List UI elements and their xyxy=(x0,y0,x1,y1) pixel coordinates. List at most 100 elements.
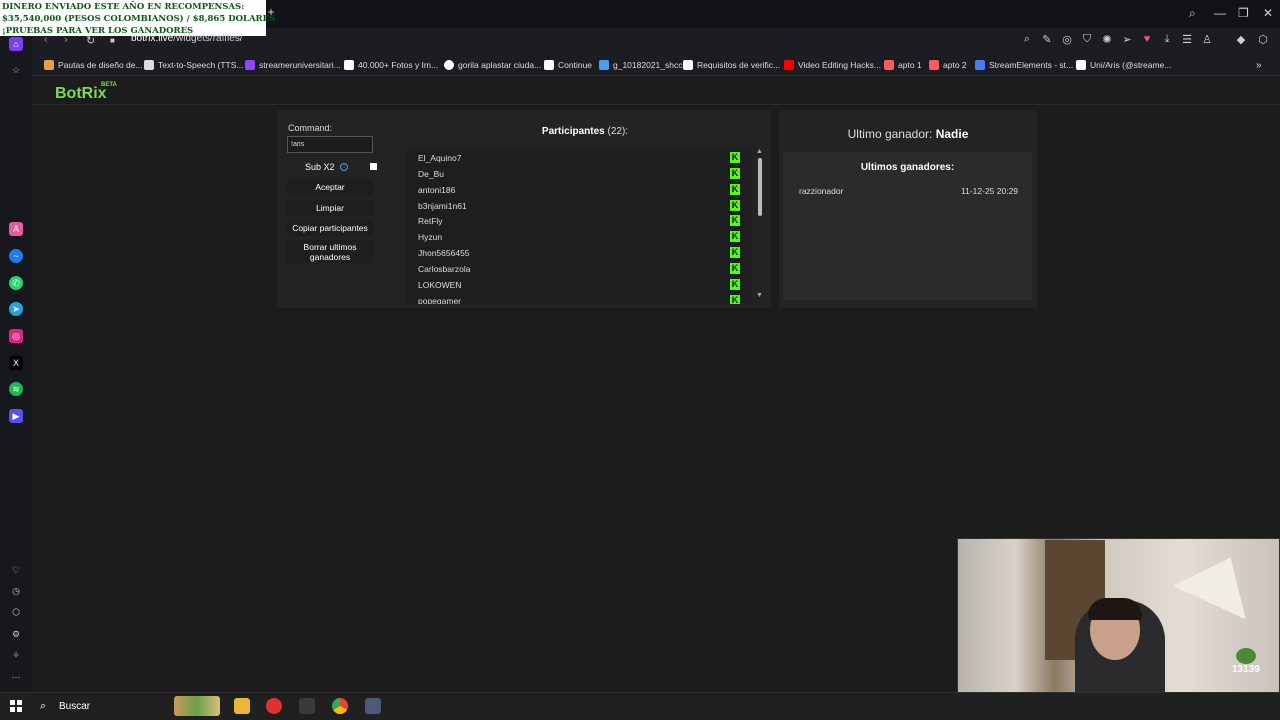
kick-icon: K xyxy=(730,215,740,226)
instagram-icon[interactable]: ◎ xyxy=(9,329,23,343)
restore-icon[interactable]: ❐ xyxy=(1238,6,1249,20)
back-icon[interactable]: ‹ xyxy=(44,34,48,46)
taskbar-search-icon[interactable]: ⌕ xyxy=(40,700,46,713)
opera-icon[interactable] xyxy=(266,698,282,714)
cube-icon[interactable]: ⬡ xyxy=(9,605,23,619)
shield-icon[interactable]: ⛉ xyxy=(1080,33,1094,46)
header-divider xyxy=(32,104,1280,105)
bookmark-item[interactable]: 40.000+ Fotos y Im... xyxy=(344,58,438,72)
bookmark-item[interactable]: Requisitos de verific... xyxy=(683,58,780,72)
banner-line-2: $35,540,000 (PESOS COLOMBIANOS) / $8,865… xyxy=(2,14,276,24)
bookmark-item[interactable]: StreamElements - st... xyxy=(975,58,1073,72)
scroll-up-icon[interactable]: ▲ xyxy=(756,148,763,155)
taskbar-search[interactable]: Buscar xyxy=(59,701,90,712)
bookmark-favicon-icon xyxy=(929,60,939,70)
bookmark-item[interactable]: streameruniversitari... xyxy=(245,58,341,72)
participants-list[interactable]: El_Aquino7 K De_Bu K antoni186 K b3njami… xyxy=(407,148,752,304)
app-window-icon[interactable] xyxy=(365,698,381,714)
bookmark-favicon-icon xyxy=(975,60,985,70)
chrome-icon[interactable] xyxy=(332,698,348,714)
bookmark-favicon-icon xyxy=(144,60,154,70)
bookmark-favicon-icon xyxy=(544,60,554,70)
clear-button[interactable]: Limpiar xyxy=(287,200,373,216)
bookmark-label: gorila aplastar ciuda... xyxy=(458,60,542,70)
bookmark-item[interactable]: Continue xyxy=(544,58,592,72)
botrix-logo[interactable]: BotRix xyxy=(55,85,107,103)
messenger-icon[interactable]: ~ xyxy=(9,249,23,263)
edit-icon[interactable]: ✎ xyxy=(1040,33,1054,46)
close-icon[interactable]: ✕ xyxy=(1263,6,1273,20)
more-icon[interactable]: ··· xyxy=(9,670,23,684)
history-icon[interactable]: ◷ xyxy=(9,584,23,598)
x-twitter-icon[interactable]: X xyxy=(9,356,23,370)
kick-icon: K xyxy=(730,184,740,195)
forward-icon[interactable]: › xyxy=(64,34,68,46)
last-winner-value: Nadie xyxy=(935,127,969,141)
reload-icon[interactable]: ↻ xyxy=(86,34,95,47)
url-path: /widgets/raffles/ xyxy=(173,33,243,44)
profile-icon[interactable]: ♙ xyxy=(1200,33,1214,46)
file-explorer-icon[interactable] xyxy=(234,698,250,714)
lightbulb-icon[interactable]: ✧ xyxy=(9,648,23,662)
telegram-icon[interactable]: ➤ xyxy=(9,302,23,316)
bookmark-item[interactable]: apto 1 xyxy=(884,58,922,72)
new-tab-plus-icon[interactable]: + xyxy=(265,6,277,18)
info-icon[interactable]: i xyxy=(340,163,348,171)
download-icon[interactable]: ⤓ xyxy=(1160,33,1174,46)
scroll-down-icon[interactable]: ▼ xyxy=(756,292,763,299)
bookmark-item[interactable]: Pautas de diseño de... xyxy=(44,58,143,72)
settings-icon[interactable]: ⬡ xyxy=(1256,33,1270,46)
participant-name: RetFly xyxy=(418,216,443,226)
bookmark-item[interactable]: apto 2 xyxy=(929,58,967,72)
sub-x2-checkbox[interactable] xyxy=(370,163,377,170)
taskbar-widget-icon[interactable] xyxy=(174,696,220,716)
webcam-hair xyxy=(1088,598,1142,620)
last-winner: Ultimo ganador: Nadie xyxy=(779,127,1037,141)
kick-icon: K xyxy=(730,279,740,290)
send-icon[interactable]: ➢ xyxy=(1120,33,1134,46)
bookmark-label: Text-to-Speech (TTS... xyxy=(158,60,244,70)
participant-name: El_Aquino7 xyxy=(418,153,462,163)
bookmark-label: Requisitos de verific... xyxy=(697,60,781,70)
bookmarks-overflow-icon[interactable]: » xyxy=(1256,58,1262,72)
search-tabs-icon[interactable]: ⌕ xyxy=(1189,6,1196,21)
kick-icon: K xyxy=(730,247,740,258)
beta-badge: BETA xyxy=(101,82,117,88)
participants-count: (22): xyxy=(607,126,629,137)
copy-participants-button[interactable]: Copiar participantes xyxy=(287,220,373,236)
gear-icon[interactable]: ⚙ xyxy=(9,627,23,641)
bookmark-item[interactable]: gorila aplastar ciuda... xyxy=(444,58,541,72)
kick-icon: K xyxy=(730,168,740,179)
extension-icon[interactable]: ◆ xyxy=(1234,33,1248,46)
player-icon[interactable]: ▶ xyxy=(9,409,23,423)
command-input[interactable] xyxy=(287,136,373,153)
list-scrollbar[interactable] xyxy=(758,158,762,216)
vpn-icon[interactable]: ✺ xyxy=(1100,33,1114,46)
search-icon[interactable]: ⌕ xyxy=(1020,33,1034,46)
bookmark-favicon-icon xyxy=(884,60,894,70)
minimize-icon[interactable]: — xyxy=(1214,6,1226,20)
delete-winners-button[interactable]: Borrar ultimos ganadores xyxy=(287,240,373,263)
menu-icon[interactable]: ☰ xyxy=(1180,33,1194,46)
windows-start-icon[interactable] xyxy=(10,700,22,712)
bookmark-label: StreamElements - st... xyxy=(989,60,1074,70)
heart-icon[interactable]: ♥ xyxy=(1140,33,1154,45)
spotify-icon[interactable]: ≋ xyxy=(9,382,23,396)
winner-name: razzionador xyxy=(799,186,844,196)
heart-outline-icon[interactable]: ♡ xyxy=(9,563,23,577)
url-field[interactable]: botrix.live/widgets/raffles/ xyxy=(131,33,243,44)
aria-icon[interactable]: A xyxy=(9,222,23,236)
recent-winners-title: Ultimos ganadores: xyxy=(860,162,955,173)
bookmark-item[interactable]: Uni/Aris (@streame... xyxy=(1076,58,1171,72)
camera-icon[interactable]: ◎ xyxy=(1060,33,1074,46)
bookmark-item[interactable]: g_10182021_shcc xyxy=(599,58,682,72)
bookmark-item[interactable]: Text-to-Speech (TTS... xyxy=(144,58,244,72)
participant-name: Jhon5656455 xyxy=(418,248,470,258)
whatsapp-icon[interactable]: ✆ xyxy=(9,276,23,290)
bookmark-item[interactable]: Video Editing Hacks... xyxy=(784,58,881,72)
accept-button[interactable]: Aceptar xyxy=(287,179,373,195)
bookmark-label: apto 2 xyxy=(943,60,967,70)
app-icon[interactable] xyxy=(299,698,315,714)
home-icon[interactable]: ⌂ xyxy=(9,37,23,51)
star-icon[interactable]: ☆ xyxy=(9,63,23,77)
